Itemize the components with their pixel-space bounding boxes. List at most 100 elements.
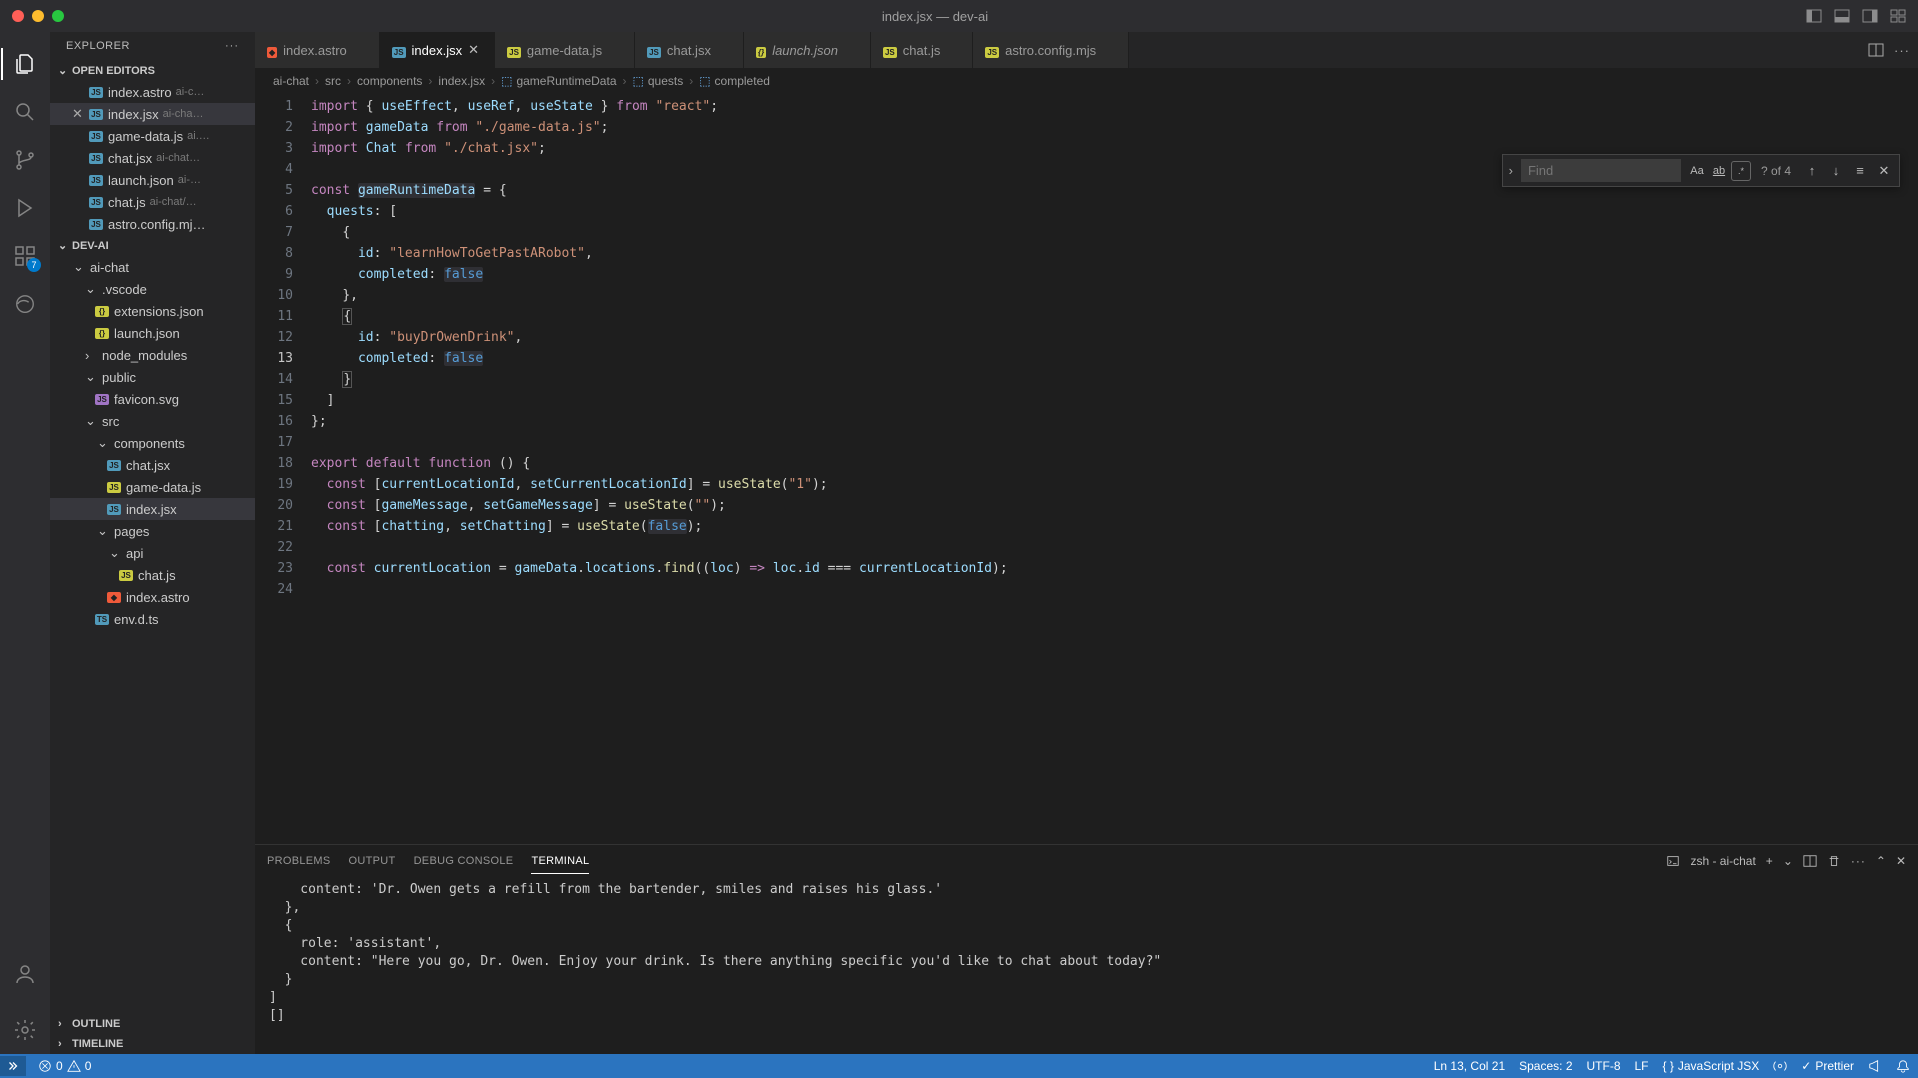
editor-tab[interactable]: JSastro.config.mjs✕ <box>973 32 1129 68</box>
activity-account[interactable] <box>1 950 49 998</box>
live-share-status[interactable] <box>1773 1059 1787 1073</box>
timeline-header[interactable]: › TIMELINE <box>50 1034 255 1054</box>
match-case-toggle[interactable]: Aa <box>1687 161 1707 181</box>
terminal-content[interactable]: content: 'Dr. Owen gets a refill from th… <box>255 877 1918 1054</box>
open-editor-item[interactable]: ✕JSchat.jsai-chat/… <box>50 191 255 213</box>
activity-explorer[interactable] <box>1 40 49 88</box>
cursor-position[interactable]: Ln 13, Col 21 <box>1434 1059 1505 1073</box>
open-editor-item[interactable]: ✕JSgame-data.jsai.… <box>50 125 255 147</box>
find-close-button[interactable]: ✕ <box>1873 160 1895 182</box>
toggle-panel-icon[interactable] <box>1834 8 1850 24</box>
minimap[interactable] <box>1904 156 1916 844</box>
split-terminal-icon[interactable] <box>1803 854 1817 868</box>
file-tree-item[interactable]: ⌄ai-chat <box>50 256 255 278</box>
breadcrumb-item[interactable]: index.jsx <box>438 74 485 88</box>
new-terminal-button[interactable]: + <box>1766 854 1773 868</box>
tab-more-icon[interactable]: ··· <box>1894 43 1910 58</box>
panel-more-icon[interactable]: ··· <box>1851 854 1866 868</box>
close-icon[interactable]: ✕ <box>468 42 482 58</box>
breadcrumb-item[interactable]: ⬚ gameRuntimeData <box>501 74 616 88</box>
activity-source-control[interactable] <box>1 136 49 184</box>
close-panel-button[interactable]: ✕ <box>1896 854 1906 868</box>
panel-tab[interactable]: DEBUG CONSOLE <box>414 849 514 873</box>
encoding-status[interactable]: UTF-8 <box>1587 1059 1621 1073</box>
maximize-window-button[interactable] <box>52 10 64 22</box>
editor-tab[interactable]: JSindex.jsx✕ <box>380 32 495 68</box>
file-tree-item[interactable]: TSenv.d.ts <box>50 608 255 630</box>
outline-header[interactable]: › OUTLINE <box>50 1014 255 1034</box>
open-editor-item[interactable]: ✕JSastro.config.mj… <box>50 213 255 235</box>
file-tree-item[interactable]: JSgame-data.js <box>50 476 255 498</box>
file-tree-item[interactable]: {}extensions.json <box>50 300 255 322</box>
file-tree-item[interactable]: ⌄pages <box>50 520 255 542</box>
close-window-button[interactable] <box>12 10 24 22</box>
split-editor-icon[interactable] <box>1868 42 1884 58</box>
terminal-shell-label[interactable]: zsh - ai-chat <box>1690 854 1755 868</box>
activity-run-debug[interactable] <box>1 184 49 232</box>
match-whole-word-toggle[interactable]: ab <box>1709 161 1729 181</box>
breadcrumbs[interactable]: ai-chat›src›components›index.jsx›⬚ gameR… <box>255 68 1918 94</box>
file-tree-item[interactable]: ⌄public <box>50 366 255 388</box>
file-tree-item[interactable]: ◆index.astro <box>50 586 255 608</box>
prettier-status[interactable]: ✓ Prettier <box>1801 1059 1854 1073</box>
activity-extensions[interactable]: 7 <box>1 232 49 280</box>
breadcrumb-item[interactable]: components <box>357 74 422 88</box>
find-expand-icon[interactable]: › <box>1507 163 1515 178</box>
file-tree-item[interactable]: JSchat.js <box>50 564 255 586</box>
feedback-button[interactable] <box>1868 1059 1882 1073</box>
minimize-window-button[interactable] <box>32 10 44 22</box>
code-content[interactable]: import { useEffect, useRef, useState } f… <box>311 94 1918 844</box>
editor-tab[interactable]: JSgame-data.js✕ <box>495 32 635 68</box>
breadcrumb-item[interactable]: ⬚ quests <box>633 74 684 88</box>
open-editor-item[interactable]: ✕JSchat.jsxai-chat… <box>50 147 255 169</box>
file-tree-item[interactable]: JSindex.jsx <box>50 498 255 520</box>
file-tree-item[interactable]: JSfavicon.svg <box>50 388 255 410</box>
activity-search[interactable] <box>1 88 49 136</box>
language-mode[interactable]: { } JavaScript JSX <box>1663 1059 1760 1073</box>
breadcrumb-item[interactable]: ai-chat <box>273 74 309 88</box>
file-tree-item[interactable]: ⌄src <box>50 410 255 432</box>
activity-edge[interactable] <box>1 280 49 328</box>
find-in-selection-toggle[interactable]: ≡ <box>1849 160 1871 182</box>
toggle-secondary-sidebar-icon[interactable] <box>1862 8 1878 24</box>
breadcrumb-item[interactable]: src <box>325 74 341 88</box>
file-tree-item[interactable]: ⌄api <box>50 542 255 564</box>
file-tree-item[interactable]: ⌄components <box>50 432 255 454</box>
file-tree-item[interactable]: JSchat.jsx <box>50 454 255 476</box>
editor-body[interactable]: › Aa ab .* ? of 4 ↑ ↓ ≡ ✕ 12345678910111… <box>255 94 1918 844</box>
indentation-status[interactable]: Spaces: 2 <box>1519 1059 1572 1073</box>
panel-tab[interactable]: OUTPUT <box>349 849 396 873</box>
terminal-launch-profile-icon[interactable] <box>1666 854 1680 868</box>
find-next-button[interactable]: ↓ <box>1825 160 1847 182</box>
editor-tab[interactable]: ◆index.astro✕ <box>255 32 380 68</box>
explorer-more-icon[interactable]: ··· <box>225 40 239 52</box>
terminal-split-dropdown[interactable]: ⌄ <box>1783 854 1793 868</box>
close-icon[interactable]: ✕ <box>72 106 86 122</box>
find-prev-button[interactable]: ↑ <box>1801 160 1823 182</box>
file-tree-item[interactable]: ⌄.vscode <box>50 278 255 300</box>
regex-toggle[interactable]: .* <box>1731 161 1751 181</box>
find-input[interactable] <box>1521 159 1681 182</box>
panel-tab[interactable]: TERMINAL <box>531 849 589 874</box>
eol-status[interactable]: LF <box>1635 1059 1649 1073</box>
panel-tab[interactable]: PROBLEMS <box>267 849 331 873</box>
remote-indicator[interactable] <box>0 1056 26 1076</box>
editor-tab[interactable]: JSchat.js✕ <box>871 32 973 68</box>
open-editors-header[interactable]: ⌄ OPEN EDITORS <box>50 60 255 81</box>
maximize-panel-button[interactable]: ⌃ <box>1876 854 1886 868</box>
breadcrumb-item[interactable]: ⬚ completed <box>699 74 770 88</box>
toggle-primary-sidebar-icon[interactable] <box>1806 8 1822 24</box>
file-tree-item[interactable]: {}launch.json <box>50 322 255 344</box>
customize-layout-icon[interactable] <box>1890 8 1906 24</box>
open-editor-item[interactable]: ✕JSindex.jsxai-cha… <box>50 103 255 125</box>
open-editor-item[interactable]: ✕JSlaunch.jsonai-… <box>50 169 255 191</box>
editor-tab[interactable]: JSchat.jsx✕ <box>635 32 744 68</box>
project-header[interactable]: ⌄ DEV-AI <box>50 235 255 256</box>
file-tree-item[interactable]: ›node_modules <box>50 344 255 366</box>
open-editor-item[interactable]: ✕JSindex.astroai-c… <box>50 81 255 103</box>
editor-tab[interactable]: {}launch.json✕ <box>744 32 871 68</box>
problems-indicator[interactable]: 0 0 <box>38 1059 91 1073</box>
activity-settings[interactable] <box>1 1006 49 1054</box>
kill-terminal-icon[interactable] <box>1827 854 1841 868</box>
notifications-button[interactable] <box>1896 1059 1910 1073</box>
